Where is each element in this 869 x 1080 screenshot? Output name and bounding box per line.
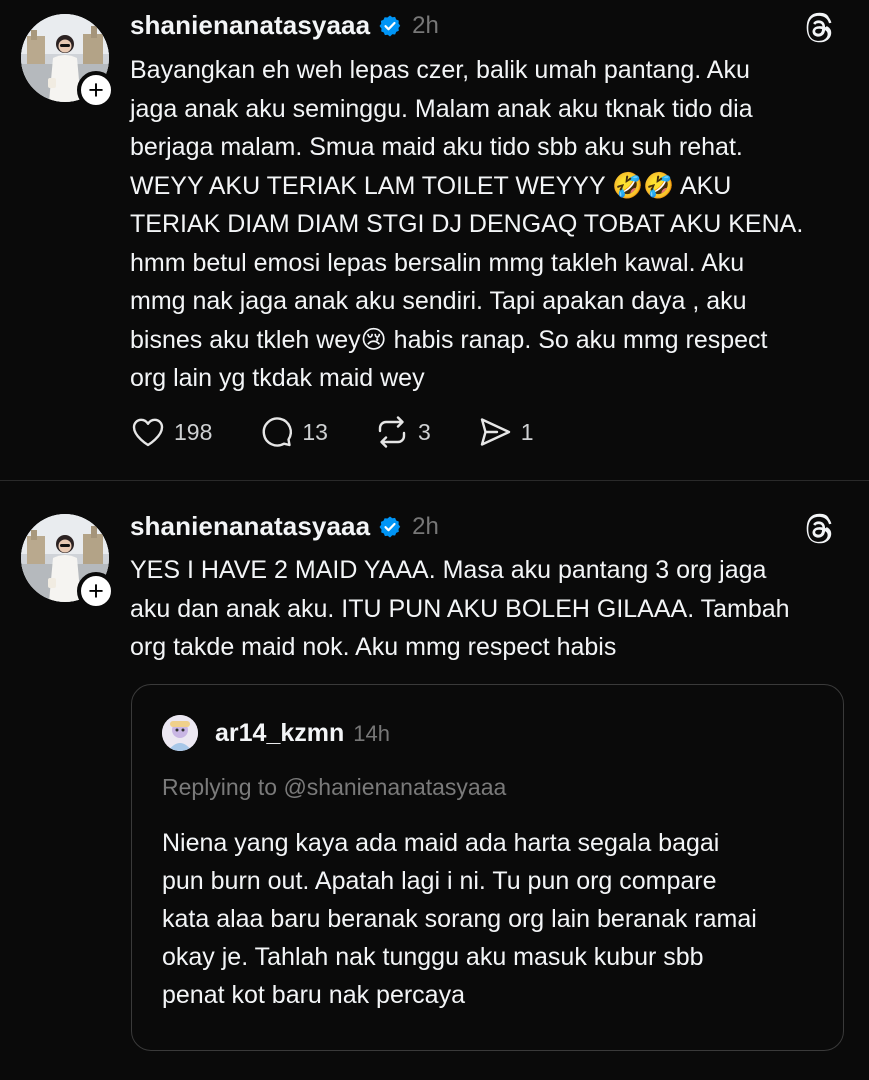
- follow-plus-icon[interactable]: +: [77, 71, 115, 109]
- thread-post-2: + shanienanatasyaaa 2h YES I HAVE 2 MAID…: [0, 481, 869, 1080]
- thread-post-1: + shanienanatasyaaa 2h Bayangkan eh weh …: [0, 0, 869, 480]
- comment-icon: [262, 417, 293, 447]
- post-line: YES I HAVE 2 MAID YAAA. Masa aku pantang…: [130, 556, 767, 584]
- share-count: 1: [520, 418, 534, 445]
- post-line: org takde maid nok. Aku mmg respect habi…: [130, 633, 617, 661]
- post-line: aku dan anak aku. ITU PUN AKU BOLEH GILA…: [130, 594, 790, 623]
- post-time: 2h: [412, 512, 439, 540]
- post-line: WEYY AKU TERIAK LAM TOILET WEYYY 🤣🤣 AKU: [130, 171, 732, 200]
- post-line: berjaga malam. Smua maid aku tido sbb ak…: [130, 133, 743, 161]
- username[interactable]: shanienanatasyaaa: [130, 10, 370, 41]
- post-line: org lain yg tkdak maid wey: [130, 364, 425, 392]
- quoted-header: ar14_kzmn 14h: [215, 719, 390, 748]
- repost-button[interactable]: 3: [374, 414, 431, 450]
- post-body: Bayangkan eh weh lepas czer, balik umah …: [130, 51, 850, 398]
- post-line: bisnes aku tkleh wey😢 habis ranap. So ak…: [130, 325, 768, 354]
- comment-count: 13: [302, 418, 328, 445]
- repost-count: 3: [417, 418, 431, 445]
- post-time: 2h: [412, 11, 439, 39]
- threads-logo-icon[interactable]: [803, 513, 835, 545]
- verified-badge-icon: [379, 15, 401, 36]
- quoted-post[interactable]: ar14_kzmn 14h Replying to @shanienanatas…: [131, 684, 844, 1051]
- threads-logo-icon[interactable]: [803, 12, 835, 44]
- quoted-body: Niena yang kaya ada maid ada harta segal…: [162, 824, 827, 1014]
- verified-badge-icon: [379, 516, 401, 537]
- share-icon: [480, 418, 510, 446]
- post-line: Bayangkan eh weh lepas czer, balik umah …: [130, 56, 750, 84]
- comment-button[interactable]: 13: [258, 414, 328, 450]
- replying-to[interactable]: Replying to @shanienanatasyaaa: [162, 774, 506, 801]
- quoted-line: pun burn out. Apatah lagi i ni. Tu pun o…: [162, 867, 717, 895]
- quoted-time: 14h: [353, 721, 390, 746]
- like-count: 198: [174, 418, 213, 445]
- post-line: hmm betul emosi lepas bersalin mmg takle…: [130, 248, 745, 277]
- post-line: jaga anak aku seminggu. Malam anak aku t…: [130, 94, 753, 123]
- share-button[interactable]: 1: [477, 414, 534, 450]
- quoted-line: Niena yang kaya ada maid ada harta segal…: [162, 829, 720, 857]
- post-line: TERIAK DIAM DIAM STGI DJ DENGAQ TOBAT AK…: [130, 210, 804, 238]
- post-line: mmg nak jaga anak aku sendiri. Tapi apak…: [130, 287, 747, 315]
- follow-plus-icon[interactable]: +: [77, 572, 115, 610]
- quoted-avatar[interactable]: [162, 715, 198, 751]
- quoted-line: kata alaa baru beranak sorang org lain b…: [162, 905, 757, 933]
- post-header: shanienanatasyaaa 2h: [130, 511, 439, 542]
- post-body: YES I HAVE 2 MAID YAAA. Masa aku pantang…: [130, 551, 850, 667]
- quoted-line: okay je. Tahlah nak tunggu aku masuk kub…: [162, 943, 704, 971]
- post-actions: 198 13 3 1: [130, 414, 580, 450]
- like-button[interactable]: 198: [130, 414, 212, 450]
- username[interactable]: shanienanatasyaaa: [130, 511, 370, 542]
- heart-icon: [132, 418, 164, 447]
- post-header: shanienanatasyaaa 2h: [130, 10, 439, 41]
- repost-icon: [378, 416, 406, 448]
- quoted-line: penat kot baru nak percaya: [162, 981, 465, 1009]
- quoted-username[interactable]: ar14_kzmn: [215, 719, 344, 748]
